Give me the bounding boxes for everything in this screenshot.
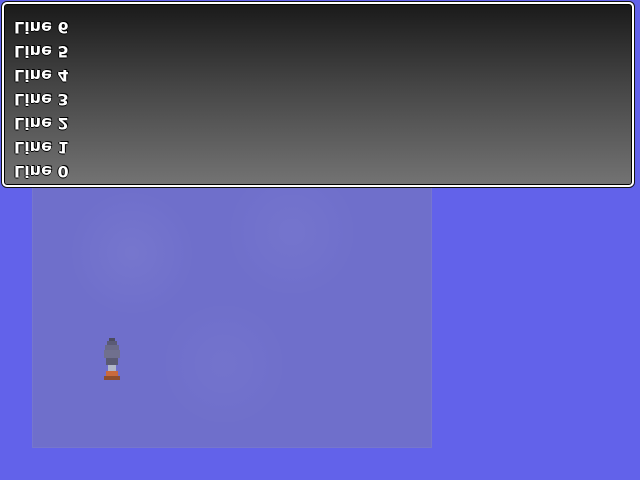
- sprite-face-mask: [108, 365, 116, 371]
- game-screen: Line 0 Line 1 Line 2 Line 3 Line 4 Line …: [0, 0, 640, 480]
- character-sprite: [104, 338, 120, 380]
- map-texture: [32, 148, 432, 448]
- map-panel: [32, 148, 432, 448]
- sprite-hair-top: [109, 338, 115, 341]
- sprite-body-lower: [106, 358, 118, 365]
- message-line-0: Line 0: [14, 162, 69, 181]
- sprite-hair-mid: [107, 341, 117, 345]
- message-line-4: Line 4: [14, 66, 69, 85]
- message-lines: Line 0 Line 1 Line 2 Line 3 Line 4 Line …: [14, 11, 214, 183]
- message-window: Line 0 Line 1 Line 2 Line 3 Line 4 Line …: [2, 2, 634, 187]
- message-line-2: Line 2: [14, 114, 69, 133]
- sprite-body-upper: [104, 350, 120, 358]
- message-line-5: Line 5: [14, 42, 69, 61]
- message-line-6: Line 6: [14, 18, 69, 37]
- sprite-head: [105, 345, 119, 350]
- message-line-3: Line 3: [14, 90, 69, 109]
- message-line-1: Line 1: [14, 138, 69, 157]
- sprite-shadow-base: [104, 376, 120, 380]
- sprite-feet: [106, 371, 118, 376]
